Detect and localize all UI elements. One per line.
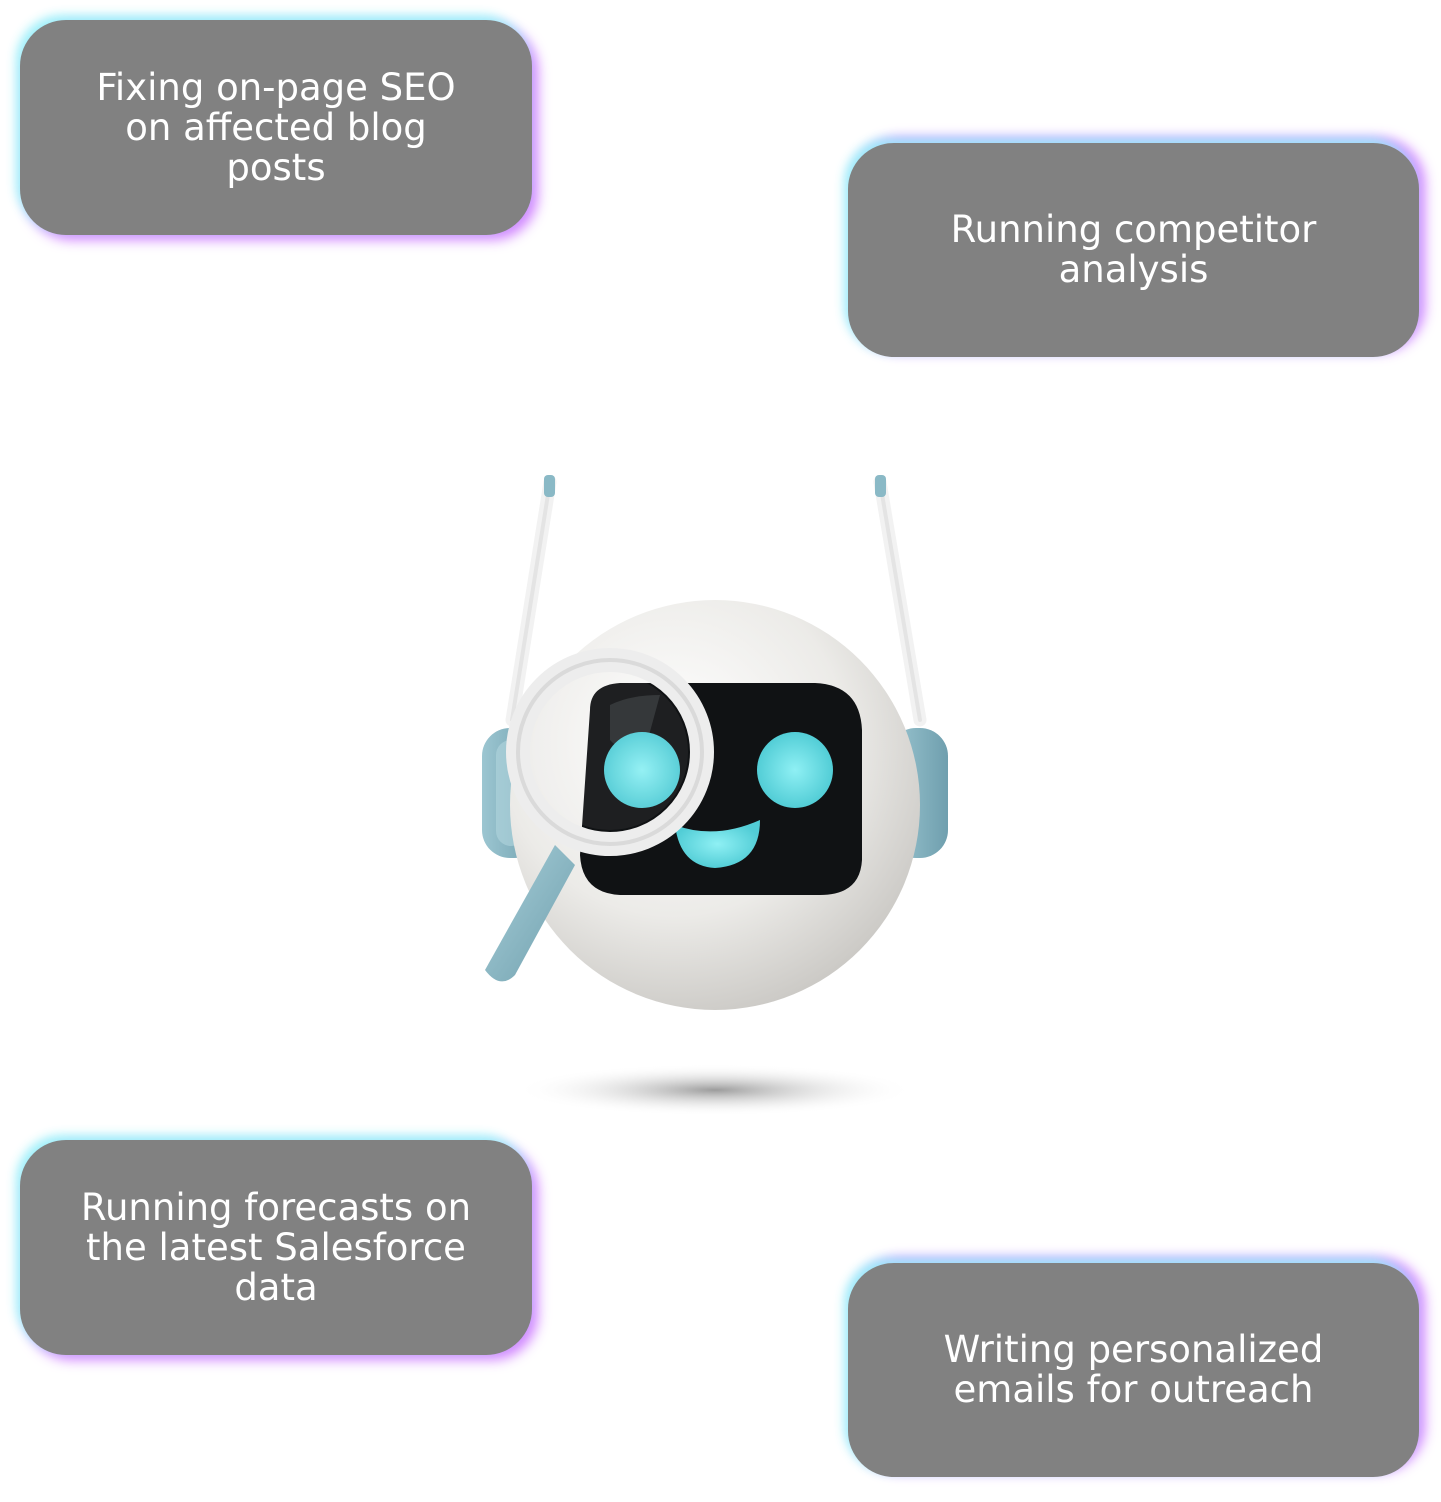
task-card-forecasts: Running forecasts on the latest Salesfor…	[20, 1140, 532, 1355]
task-card-outreach-emails: Writing personalized emails for outreach	[848, 1263, 1419, 1477]
robot-magnifier-mascot-icon	[470, 470, 970, 1120]
task-card-competitor-analysis: Running competitor analysis	[848, 143, 1419, 357]
task-card-seo: Fixing on-page SEO on affected blog post…	[20, 20, 532, 235]
